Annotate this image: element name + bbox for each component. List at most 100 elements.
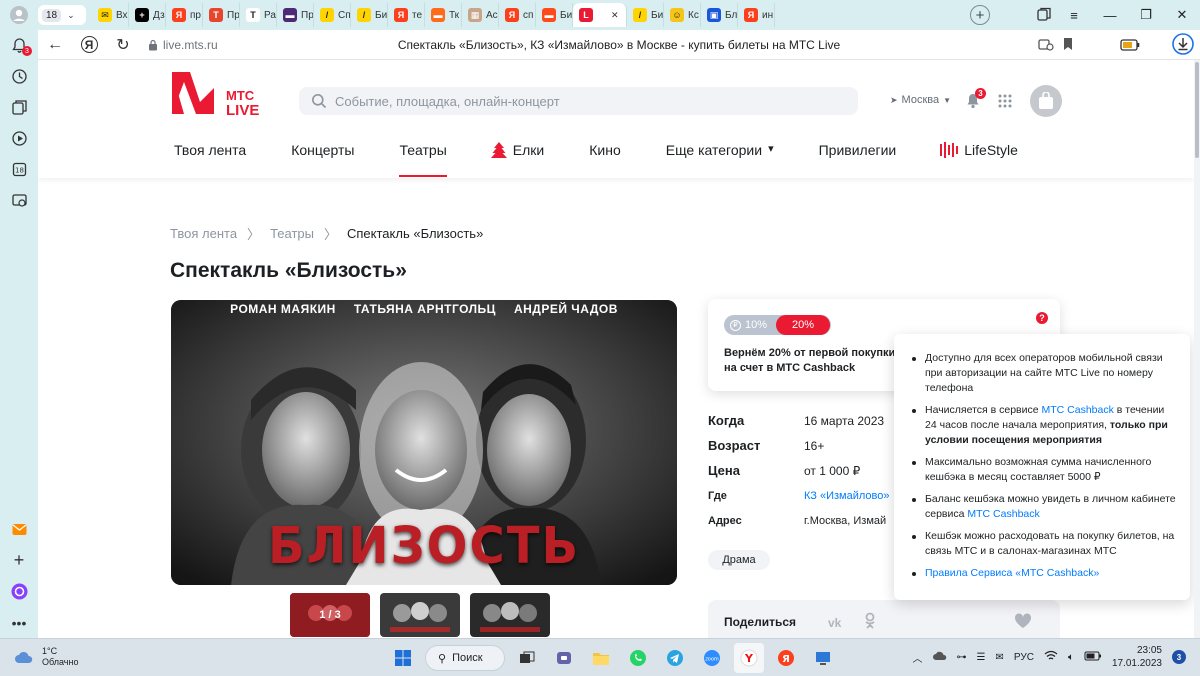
user-avatar[interactable] (1030, 85, 1062, 117)
yandex-home-button[interactable]: Я (72, 30, 106, 60)
city-selector[interactable]: ➤ Москва ▼ (890, 94, 951, 106)
browser-tab[interactable]: Яте (388, 3, 425, 27)
bookmark-icon[interactable] (1062, 37, 1074, 56)
wifi-icon[interactable] (1044, 650, 1058, 664)
yandex-icon[interactable]: Я (771, 643, 801, 673)
browser-tab[interactable]: Ясп (499, 3, 536, 27)
history-icon[interactable] (0, 61, 38, 92)
mail-tray-icon[interactable]: ✉ (996, 652, 1004, 663)
equalizer-icon[interactable]: ☰ (977, 652, 986, 663)
alice-icon[interactable] (0, 576, 38, 607)
ok-share-icon[interactable] (864, 612, 876, 635)
browser-tab[interactable]: ✉ Вх (92, 3, 129, 27)
language-indicator[interactable]: РУС (1014, 652, 1034, 663)
mts-cashback-link[interactable]: МТС Cashback (1042, 404, 1114, 416)
page-scrollbar-thumb[interactable] (1195, 62, 1199, 158)
notifications-icon[interactable]: 3 (0, 30, 38, 61)
restore-button[interactable]: ❐ (1128, 0, 1164, 30)
battery-tray-icon[interactable] (1084, 651, 1102, 664)
mts-cashback-link[interactable]: МТС Cashback (967, 508, 1039, 520)
nav-item-0[interactable]: Твоя лента (174, 142, 246, 178)
yandex-browser-icon[interactable]: Y (734, 643, 764, 673)
nav-item-5[interactable]: Еще категории ▾ (666, 142, 774, 178)
profile-avatar-icon[interactable] (6, 2, 32, 28)
genre-tag[interactable]: Драма (708, 550, 770, 570)
browser-tab[interactable]: Т Пр (203, 3, 240, 27)
apps-grid-icon[interactable] (998, 94, 1012, 113)
back-button[interactable]: ← (38, 30, 72, 60)
close-button[interactable]: ✕ (1164, 0, 1200, 30)
nav-item-7[interactable]: LifeStyle (940, 142, 1018, 178)
cashback-toggle[interactable]: ₽ 10% 20% (724, 315, 831, 335)
cloud-tray-icon[interactable] (932, 651, 947, 664)
usb-icon[interactable]: ⊶ (957, 652, 967, 663)
notification-center-badge[interactable]: 3 (1172, 650, 1186, 664)
gallery-thumb-1[interactable]: 1 / 3 (290, 593, 370, 637)
remote-desktop-icon[interactable] (808, 643, 838, 673)
cashback-option-20[interactable]: 20% (776, 315, 830, 335)
tab-counter-button[interactable]: 18 ⌄ (38, 5, 86, 25)
clock[interactable]: 23:05 17.01.2023 (1112, 644, 1162, 670)
zoom-icon[interactable]: zoom (697, 643, 727, 673)
gallery-thumb-3[interactable] (470, 593, 550, 637)
nav-item-6[interactable]: Привилегии (819, 142, 897, 178)
event-poster[interactable]: РОМАН МАЯКИН ТАТЬЯНА АРНТГОЛЬЦ АНДРЕЙ ЧА… (171, 300, 677, 585)
reload-button[interactable]: ↻ (106, 30, 140, 60)
browser-tab[interactable]: ▬ Пр (277, 3, 314, 27)
tabs-grid-icon[interactable]: 18 (0, 154, 38, 185)
notifications-button[interactable]: 3 (965, 88, 986, 114)
weather-widget[interactable]: 1°C Облачно (14, 646, 78, 668)
collections-icon[interactable] (1036, 6, 1052, 27)
favorite-heart-icon[interactable] (1014, 613, 1032, 634)
tray-chevron-up-icon[interactable]: ︿ (913, 650, 923, 665)
cashback-help-icon[interactable]: ? (1036, 312, 1048, 324)
task-view-icon[interactable] (512, 643, 542, 673)
collections-side-icon[interactable] (0, 92, 38, 123)
nav-item-3[interactable]: Елки (490, 142, 544, 178)
volume-icon[interactable]: 🔈︎ (1068, 652, 1074, 663)
browser-tab[interactable]: / Би (351, 3, 388, 27)
browser-tab[interactable]: ▦ Ас (462, 3, 499, 27)
search-box[interactable] (299, 87, 858, 115)
nav-item-1[interactable]: Концерты (291, 142, 354, 178)
breadcrumb-item-theatres[interactable]: Театры (270, 226, 314, 241)
battery-icon[interactable] (1120, 38, 1140, 56)
venue-link[interactable]: КЗ «Измайлово» (804, 490, 890, 502)
add-panel-icon[interactable]: + (0, 545, 38, 576)
gallery-thumb-2[interactable] (380, 593, 460, 637)
browser-tab[interactable]: ▣ Бл (701, 3, 738, 27)
browser-tab[interactable]: Япр (166, 3, 203, 27)
video-icon[interactable] (0, 123, 38, 154)
vk-share-icon[interactable]: vk (828, 616, 841, 630)
nav-item-4[interactable]: Кино (589, 142, 621, 178)
browser-tab[interactable]: ▬ Би (536, 3, 573, 27)
breadcrumb-item-feed[interactable]: Твоя лента (170, 226, 237, 241)
browser-tab[interactable]: T Ра (240, 3, 277, 27)
more-icon[interactable]: ••• (0, 607, 38, 638)
search-input[interactable] (335, 93, 815, 109)
browser-tab[interactable]: / Би (627, 3, 664, 27)
close-tab-icon[interactable]: ✕ (611, 10, 619, 21)
mts-live-logo[interactable]: МТС LIVE (170, 70, 274, 120)
download-icon[interactable] (1172, 33, 1194, 60)
menu-icon[interactable]: ≡ (1056, 0, 1092, 30)
browser-tab[interactable]: ☺ Кс (664, 3, 701, 27)
mail-icon[interactable] (0, 514, 38, 545)
protect-icon[interactable] (1038, 37, 1054, 56)
start-button[interactable] (388, 643, 418, 673)
browser-tab[interactable]: / Сп (314, 3, 351, 27)
browser-tab[interactable]: + Дз (129, 3, 166, 27)
url-field[interactable]: live.mts.ru (148, 38, 218, 52)
telegram-icon[interactable] (660, 643, 690, 673)
minimize-button[interactable]: — (1092, 0, 1128, 30)
cashback-rules-link[interactable]: Правила Сервиса «МТС Cashback» (925, 567, 1099, 579)
file-explorer-icon[interactable] (586, 643, 616, 673)
new-tab-button[interactable]: + (970, 5, 990, 25)
browser-tab[interactable]: Яин (738, 3, 775, 27)
teams-chat-icon[interactable] (549, 643, 579, 673)
cashback-option-10[interactable]: ₽ 10% (724, 319, 776, 331)
whatsapp-icon[interactable] (623, 643, 653, 673)
screenshot-icon[interactable] (0, 185, 38, 216)
taskbar-search[interactable]: ⚲ Поиск (425, 645, 505, 671)
browser-tab[interactable]: L ✕ (573, 3, 627, 27)
